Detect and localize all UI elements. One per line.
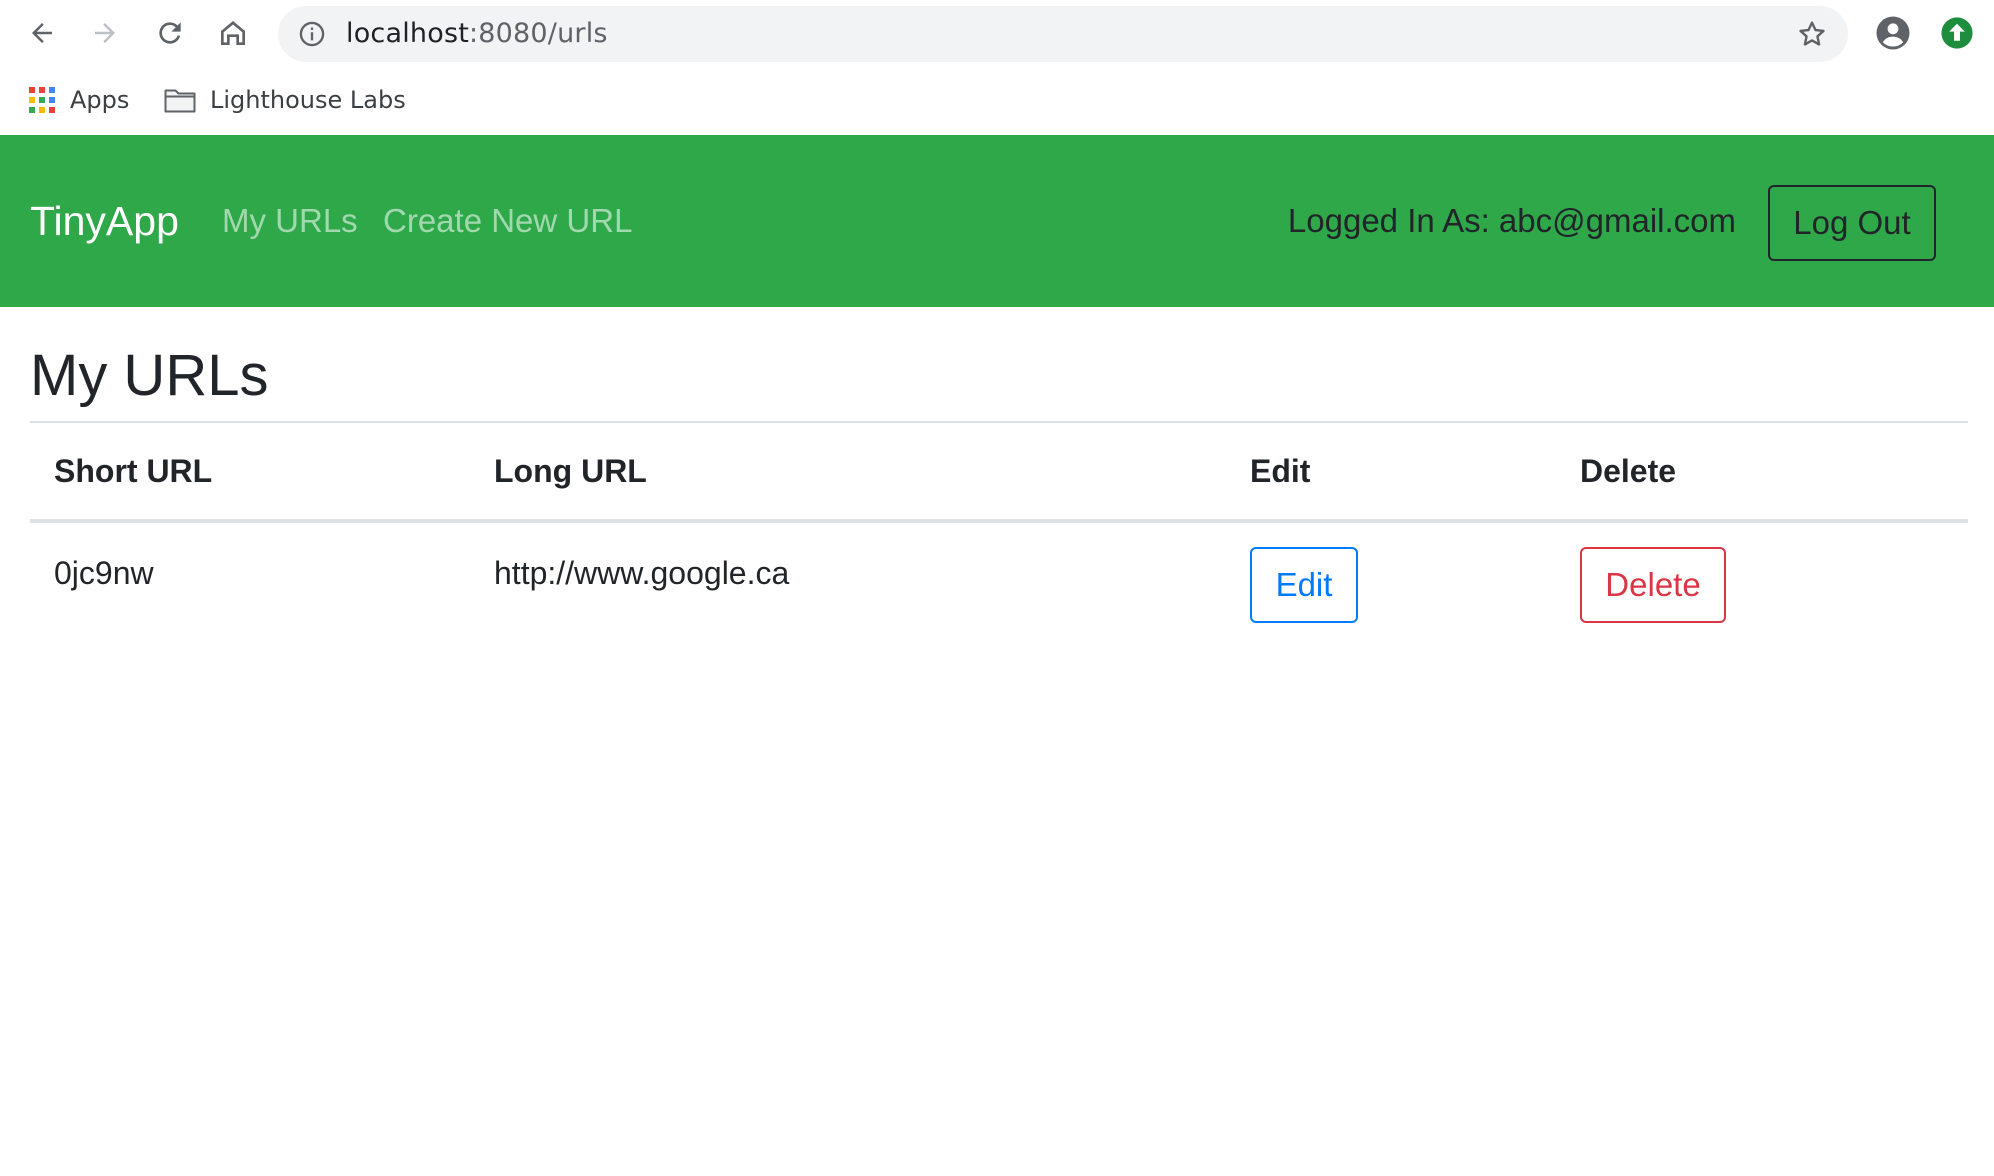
home-icon bbox=[221, 21, 245, 45]
update-arrow-icon bbox=[1941, 17, 1973, 49]
app-navbar: TinyApp My URLs Create New URL Logged In… bbox=[0, 135, 1994, 307]
address-bar[interactable]: localhost:8080/urls bbox=[278, 6, 1848, 62]
column-header-long-url: Long URL bbox=[470, 423, 1226, 523]
home-button[interactable] bbox=[212, 12, 254, 54]
account-icon bbox=[1876, 16, 1910, 50]
bookmark-lighthouse-labs[interactable]: Lighthouse Labs bbox=[164, 80, 406, 120]
update-button[interactable] bbox=[1936, 12, 1978, 54]
delete-button[interactable]: Delete bbox=[1580, 547, 1726, 623]
url-host: localhost bbox=[346, 18, 469, 49]
table-row: 0jc9nw http://www.google.ca Edit Delete bbox=[30, 521, 1968, 635]
edit-button[interactable]: Edit bbox=[1250, 547, 1358, 623]
bookmark-label: Apps bbox=[70, 86, 130, 114]
logout-button[interactable]: Log Out bbox=[1768, 185, 1936, 261]
edit-cell: Edit bbox=[1226, 521, 1556, 635]
info-icon[interactable] bbox=[298, 20, 326, 48]
forward-arrow-icon bbox=[95, 23, 115, 43]
reload-button[interactable] bbox=[149, 12, 191, 54]
profile-button[interactable] bbox=[1872, 12, 1914, 54]
logged-in-status: Logged In As: abc@gmail.com bbox=[1287, 202, 1736, 239]
delete-cell: Delete bbox=[1556, 521, 1968, 635]
back-arrow-icon bbox=[32, 23, 52, 43]
nav-create-new-url[interactable]: Create New URL bbox=[383, 135, 632, 307]
bookmark-star-icon[interactable] bbox=[1796, 18, 1828, 50]
url-text[interactable]: localhost:8080/urls bbox=[346, 6, 608, 62]
back-button[interactable] bbox=[21, 12, 63, 54]
nav-my-urls[interactable]: My URLs bbox=[222, 135, 358, 307]
bookmarks-bar: Apps Lighthouse Labs bbox=[0, 66, 1994, 134]
url-path: :8080/urls bbox=[469, 18, 608, 49]
bookmark-label: Lighthouse Labs bbox=[210, 86, 406, 114]
column-header-short-url: Short URL bbox=[30, 423, 470, 523]
urls-table: Short URL Long URL Edit Delete 0jc9nw ht… bbox=[30, 423, 1968, 635]
column-header-delete: Delete bbox=[1556, 423, 1968, 523]
column-header-edit: Edit bbox=[1226, 423, 1556, 523]
browser-toolbar: localhost:8080/urls bbox=[0, 0, 1994, 66]
bookmark-apps[interactable]: Apps bbox=[28, 80, 129, 120]
table-header-row: Short URL Long URL Edit Delete bbox=[30, 423, 1968, 523]
folder-icon bbox=[164, 87, 196, 113]
page-title: My URLs bbox=[30, 343, 269, 408]
long-url-cell: http://www.google.ca bbox=[494, 555, 790, 591]
reload-icon bbox=[159, 22, 181, 44]
apps-grid-icon bbox=[28, 86, 56, 114]
short-url-cell: 0jc9nw bbox=[54, 555, 154, 591]
brand-link[interactable]: TinyApp bbox=[30, 135, 179, 307]
forward-button[interactable] bbox=[84, 12, 126, 54]
